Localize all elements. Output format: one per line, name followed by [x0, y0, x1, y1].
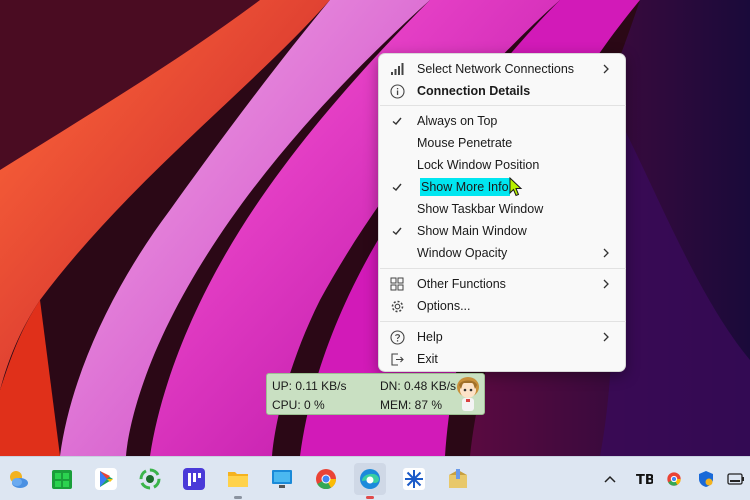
menu-item-help[interactable]: Help [383, 326, 623, 348]
chevron-right-icon [601, 61, 611, 77]
mouse-cursor-icon [509, 176, 523, 200]
file-explorer-icon[interactable] [222, 463, 254, 499]
menu-item-show-taskbar-window[interactable]: Show Taskbar Window [383, 198, 623, 220]
installer-icon[interactable] [442, 463, 474, 495]
help-icon [389, 329, 405, 345]
menu-separator [380, 105, 626, 106]
menu-item-label: Select Network Connections [417, 62, 575, 76]
grid-icon [389, 276, 405, 292]
linear-icon[interactable] [178, 463, 210, 495]
checkmark-icon [389, 223, 405, 239]
monitor-icon[interactable] [266, 463, 298, 495]
menu-item-select-network-connections[interactable]: Select Network Connections [383, 58, 623, 80]
menu-item-exit[interactable]: Exit [383, 348, 623, 370]
exit-icon [389, 351, 405, 367]
sync-icon[interactable] [134, 463, 166, 495]
menu-item-connection-details[interactable]: Connection Details [383, 80, 623, 102]
menu-item-always-on-top[interactable]: Always on Top [383, 110, 623, 132]
menu-item-label: Show More Info [420, 178, 510, 196]
download-speed: DN: 0.48 KB/s [380, 379, 457, 393]
menu-item-label: Mouse Penetrate [417, 136, 513, 150]
menu-item-label: Other Functions [417, 277, 506, 291]
cpu-usage: CPU: 0 % [272, 398, 325, 412]
memory-usage: MEM: 87 % [380, 398, 443, 412]
menu-separator [380, 268, 626, 269]
chevron-up-icon[interactable] [600, 469, 620, 489]
chevron-right-icon [601, 276, 611, 292]
play-store-icon[interactable] [90, 463, 122, 495]
menu-item-other-functions[interactable]: Other Functions [383, 273, 623, 295]
store-icon[interactable] [46, 463, 78, 495]
menu-item-label: Show Taskbar Window [417, 202, 544, 216]
edge-icon[interactable] [354, 463, 386, 499]
tb-icon[interactable]: TB [634, 469, 654, 489]
menu-item-label: Show Main Window [417, 224, 527, 238]
menu-item-label: Help [417, 330, 443, 344]
defender-icon[interactable] [696, 469, 716, 489]
signal-bars-icon [389, 61, 405, 77]
menu-item-label: Lock Window Position [417, 158, 540, 172]
menu-item-show-more-info[interactable]: Show More Info [383, 176, 623, 198]
checkmark-icon [389, 113, 405, 129]
checkmark-icon [389, 179, 405, 195]
menu-item-window-opacity[interactable]: Window Opacity [383, 242, 623, 264]
upload-speed: UP: 0.11 KB/s [272, 379, 347, 393]
info-icon [389, 83, 405, 99]
menu-item-label: Window Opacity [417, 246, 508, 260]
menu-item-label: Options... [417, 299, 471, 313]
chevron-right-icon [601, 329, 611, 345]
network-monitor-widget[interactable]: UP: 0.11 KB/s DN: 0.48 KB/s CPU: 0 % MEM… [266, 373, 485, 415]
menu-item-label: Exit [417, 352, 438, 366]
menu-item-lock-window-position[interactable]: Lock Window Position [383, 154, 623, 176]
mascot-icon [453, 375, 483, 416]
gear-icon [389, 298, 405, 314]
menu-item-label: Connection Details [417, 84, 531, 98]
chevron-right-icon [601, 245, 611, 261]
chrome-small-icon[interactable] [664, 469, 684, 489]
menu-item-show-main-window[interactable]: Show Main Window [383, 220, 623, 242]
battery-icon[interactable] [726, 469, 746, 489]
menu-item-label: Always on Top [417, 114, 498, 128]
chrome-icon[interactable] [310, 463, 342, 495]
weather-icon[interactable] [2, 463, 34, 495]
menu-item-mouse-penetrate[interactable]: Mouse Penetrate [383, 132, 623, 154]
taskbar: TB [0, 456, 750, 500]
snowflake-icon[interactable] [398, 463, 430, 495]
svg-text:TB: TB [636, 473, 653, 487]
running-indicator [234, 496, 242, 499]
context-menu: Select Network Connections Connection De… [378, 53, 626, 372]
running-indicator [366, 496, 374, 499]
menu-item-options[interactable]: Options... [383, 295, 623, 317]
menu-separator [380, 321, 626, 322]
